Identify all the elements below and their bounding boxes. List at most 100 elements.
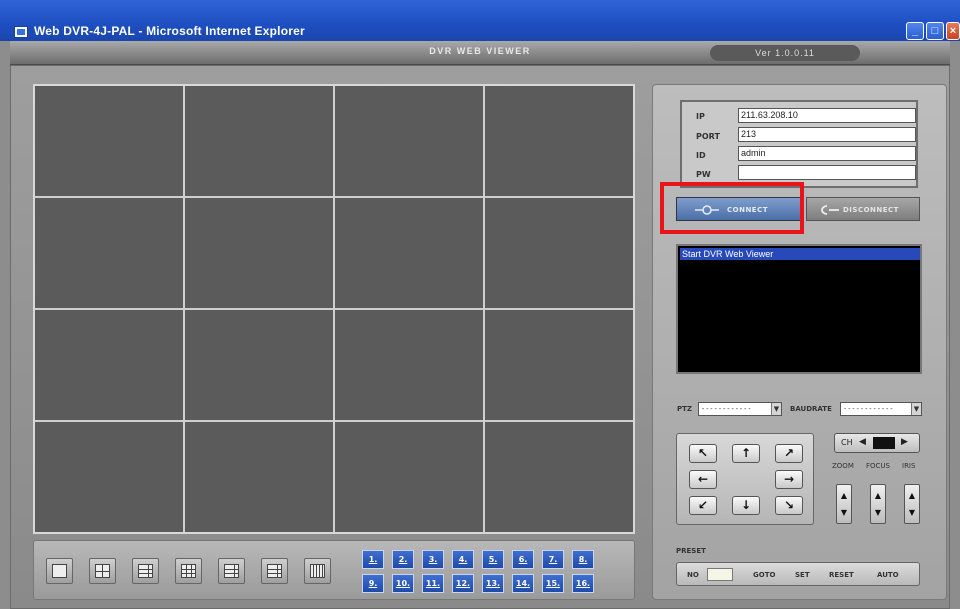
set-button[interactable]: SET	[795, 571, 810, 579]
eight-view-icon	[224, 564, 239, 578]
ip-label: IP	[696, 112, 705, 121]
disconnect-button[interactable]: DISCONNECT	[806, 197, 920, 221]
down-left-arrow-icon[interactable]: ↙	[689, 496, 717, 515]
preset-label: PRESET	[676, 547, 706, 555]
port-field[interactable]: 213	[738, 127, 916, 142]
zoom-label: ZOOM	[832, 462, 854, 470]
layout-9-button[interactable]	[175, 558, 202, 584]
video-cell-10[interactable]	[185, 310, 333, 420]
channel-button-11[interactable]: 11.	[422, 574, 444, 593]
channel-button-12[interactable]: 12.	[452, 574, 474, 593]
channel-button-7[interactable]: 7.	[542, 550, 564, 569]
pw-field[interactable]	[738, 165, 916, 180]
video-cell-12[interactable]	[485, 310, 633, 420]
focus-near-icon[interactable]: ▲	[871, 491, 885, 500]
channel-button-9[interactable]: 9.	[362, 574, 384, 593]
reset-button[interactable]: RESET	[829, 571, 854, 579]
ptz-label: PTZ	[677, 405, 692, 413]
channel-button-16[interactable]: 16.	[572, 574, 594, 593]
ten-view-icon	[267, 564, 282, 578]
down-arrow-icon[interactable]: ↓	[732, 496, 760, 515]
six-view-icon	[138, 564, 153, 578]
up-left-arrow-icon[interactable]: ↖	[689, 444, 717, 463]
disconnect-label: DISCONNECT	[843, 206, 899, 214]
channel-button-2[interactable]: 2.	[392, 550, 414, 569]
baudrate-select[interactable]: ------------ ▼	[840, 402, 922, 416]
log-window[interactable]: Start DVR Web Viewer	[676, 244, 922, 374]
channel-button-4[interactable]: 4.	[452, 550, 474, 569]
video-cell-16[interactable]	[485, 422, 633, 532]
down-right-arrow-icon[interactable]: ↘	[775, 496, 803, 515]
iris-control[interactable]: ▲ ▼	[904, 484, 920, 524]
up-right-arrow-icon[interactable]: ↗	[775, 444, 803, 463]
window-title: Web DVR-4J-PAL - Microsoft Internet Expl…	[34, 24, 305, 38]
channel-button-10[interactable]: 10.	[392, 574, 414, 593]
pw-label: PW	[696, 170, 711, 179]
log-line: Start DVR Web Viewer	[680, 248, 920, 260]
right-arrow-icon[interactable]: →	[775, 470, 803, 489]
iris-open-icon[interactable]: ▲	[905, 491, 919, 500]
focus-far-icon[interactable]: ▼	[871, 508, 885, 517]
video-cell-1[interactable]	[35, 86, 183, 196]
maximize-icon[interactable]: □	[926, 22, 944, 40]
layout-4-button[interactable]	[89, 558, 116, 584]
zoom-control[interactable]: ▲ ▼	[836, 484, 852, 524]
ptz-select[interactable]: ------------ ▼	[698, 402, 782, 416]
channel-button-13[interactable]: 13.	[482, 574, 504, 593]
ch-prev-icon[interactable]: ◀	[859, 437, 866, 447]
video-cell-6[interactable]	[185, 198, 333, 308]
ip-field[interactable]: 211.63.208.10	[738, 108, 916, 123]
video-cell-4[interactable]	[485, 86, 633, 196]
video-cell-14[interactable]	[185, 422, 333, 532]
video-cell-2[interactable]	[185, 86, 333, 196]
video-cell-8[interactable]	[485, 198, 633, 308]
channel-button-3[interactable]: 3.	[422, 550, 444, 569]
baudrate-select-value: ------------	[843, 405, 894, 413]
ch-next-icon[interactable]: ▶	[901, 437, 908, 447]
single-view-icon	[52, 564, 67, 578]
up-arrow-icon[interactable]: ↑	[732, 444, 760, 463]
goto-button[interactable]: GOTO	[753, 571, 775, 579]
app-header: DVR WEB VIEWER Ver 1.0.0.11	[10, 41, 950, 65]
nine-view-icon	[181, 564, 196, 578]
zoom-in-icon[interactable]: ▲	[837, 491, 851, 500]
video-cell-15[interactable]	[335, 422, 483, 532]
preset-bar: NO GOTO SET RESET AUTO	[676, 562, 920, 586]
video-cell-5[interactable]	[35, 198, 183, 308]
layout-8-button[interactable]	[218, 558, 245, 584]
video-cell-13[interactable]	[35, 422, 183, 532]
preset-number-input[interactable]	[707, 568, 733, 581]
iris-close-icon[interactable]: ▼	[905, 508, 919, 517]
preset-no-label: NO	[687, 571, 699, 579]
connect-highlight-box	[660, 182, 804, 234]
close-icon[interactable]: ×	[946, 22, 960, 40]
left-arrow-icon[interactable]: ←	[689, 470, 717, 489]
channel-button-14[interactable]: 14.	[512, 574, 534, 593]
video-cell-7[interactable]	[335, 198, 483, 308]
channel-button-1[interactable]: 1.	[362, 550, 384, 569]
video-grid	[33, 84, 635, 534]
video-cell-3[interactable]	[335, 86, 483, 196]
baudrate-label: BAUDRATE	[790, 405, 832, 413]
version-badge: Ver 1.0.0.11	[710, 45, 860, 61]
layout-6-button[interactable]	[132, 558, 159, 584]
id-field[interactable]: admin	[738, 146, 916, 161]
video-cell-9[interactable]	[35, 310, 183, 420]
channel-selector[interactable]: CH ◀ ▶	[834, 433, 920, 453]
channel-button-8[interactable]: 8.	[572, 550, 594, 569]
unplug-icon	[821, 205, 839, 215]
layout-1-button[interactable]	[46, 558, 73, 584]
layout-10-button[interactable]	[261, 558, 288, 584]
sixteen-view-icon	[310, 564, 325, 578]
layout-16-button[interactable]	[304, 558, 331, 584]
minimize-icon[interactable]: _	[906, 22, 924, 40]
channel-button-5[interactable]: 5.	[482, 550, 504, 569]
quad-view-icon	[95, 564, 110, 578]
ptz-select-value: ------------	[701, 405, 752, 413]
video-cell-11[interactable]	[335, 310, 483, 420]
focus-control[interactable]: ▲ ▼	[870, 484, 886, 524]
zoom-out-icon[interactable]: ▼	[837, 508, 851, 517]
channel-button-6[interactable]: 6.	[512, 550, 534, 569]
auto-button[interactable]: AUTO	[877, 571, 899, 579]
channel-button-15[interactable]: 15.	[542, 574, 564, 593]
